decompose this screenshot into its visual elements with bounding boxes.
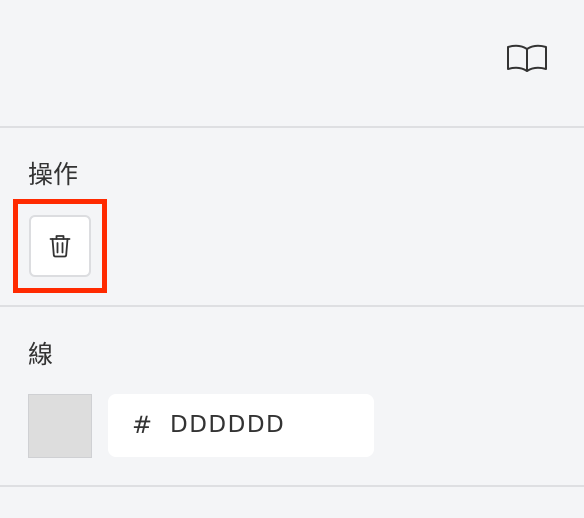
divider-top [0, 126, 584, 128]
stroke-color-swatch[interactable] [28, 394, 92, 458]
hex-input[interactable] [170, 408, 360, 442]
book-open-icon[interactable] [505, 42, 549, 74]
stroke-title: 線 [28, 340, 54, 369]
trash-icon [49, 235, 71, 258]
top-bar [0, 0, 584, 127]
hex-field[interactable]: # [108, 394, 374, 457]
divider-bottom [0, 485, 584, 487]
delete-button[interactable] [29, 215, 91, 277]
hex-prefix: # [132, 411, 153, 439]
operations-title: 操作 [28, 160, 79, 189]
divider-middle [0, 305, 584, 307]
